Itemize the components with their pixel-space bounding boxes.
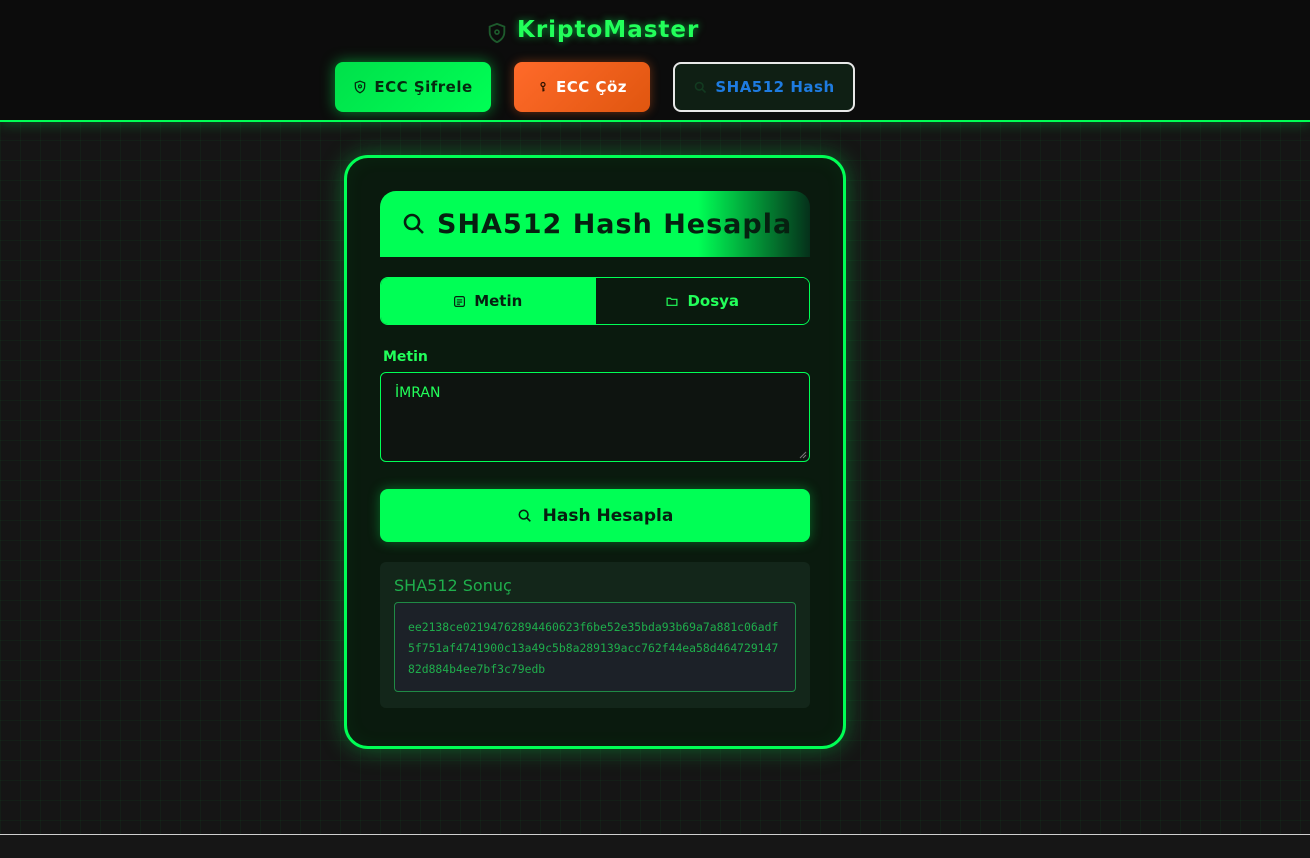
nav-decrypt-label: ECC Çöz [555, 78, 628, 96]
mode-text-label: Metin [474, 292, 523, 310]
footer [0, 834, 1310, 858]
mode-file-button[interactable]: Dosya [594, 278, 809, 324]
app-title: KriptoMaster [517, 17, 700, 43]
document-icon [454, 295, 466, 307]
mode-text-button[interactable]: Metin [381, 278, 595, 324]
result-panel: SHA512 Sonuç ee2138ce02194762894460623f6… [380, 562, 810, 708]
shield-icon [488, 22, 506, 44]
search-icon [403, 213, 424, 234]
text-input[interactable]: İMRAN [380, 372, 810, 462]
mode-file-label: Dosya [687, 292, 740, 310]
folder-icon [666, 297, 678, 306]
nav-encrypt-label: ECC Şifrele [374, 78, 473, 96]
nav-encrypt-button[interactable]: ECC Şifrele [335, 62, 491, 112]
hash-submit-button[interactable]: Hash Hesapla [380, 489, 810, 542]
card-title-bar: SHA512 Hash Hesapla [380, 191, 810, 257]
header: KriptoMaster ECC Şifrele ECC Çöz SHA512 … [0, 0, 1310, 122]
card-title: SHA512 Hash Hesapla [437, 208, 793, 240]
brand[interactable]: KriptoMaster [486, 16, 699, 44]
hash-submit-label: Hash Hesapla [542, 505, 674, 526]
shield-lock-icon [355, 80, 366, 94]
text-input-value: İMRAN [395, 385, 441, 401]
nav-hash-button[interactable]: SHA512 Hash [673, 62, 855, 112]
nav-decrypt-button[interactable]: ECC Çöz [514, 62, 650, 112]
nav-hash-label: SHA512 Hash [715, 78, 835, 96]
hash-card: SHA512 Hash Hesapla Metin Dosya Metin İM… [344, 155, 846, 749]
search-icon [518, 509, 531, 522]
text-field-label: Metin [383, 349, 428, 365]
hash-result-output[interactable]: ee2138ce02194762894460623f6be52e35bda93b… [394, 602, 796, 692]
resize-grip-icon[interactable] [799, 451, 807, 459]
search-icon [695, 81, 707, 93]
key-icon [540, 81, 546, 92]
result-title: SHA512 Sonuç [394, 576, 512, 595]
mode-toggle: Metin Dosya [380, 277, 810, 325]
